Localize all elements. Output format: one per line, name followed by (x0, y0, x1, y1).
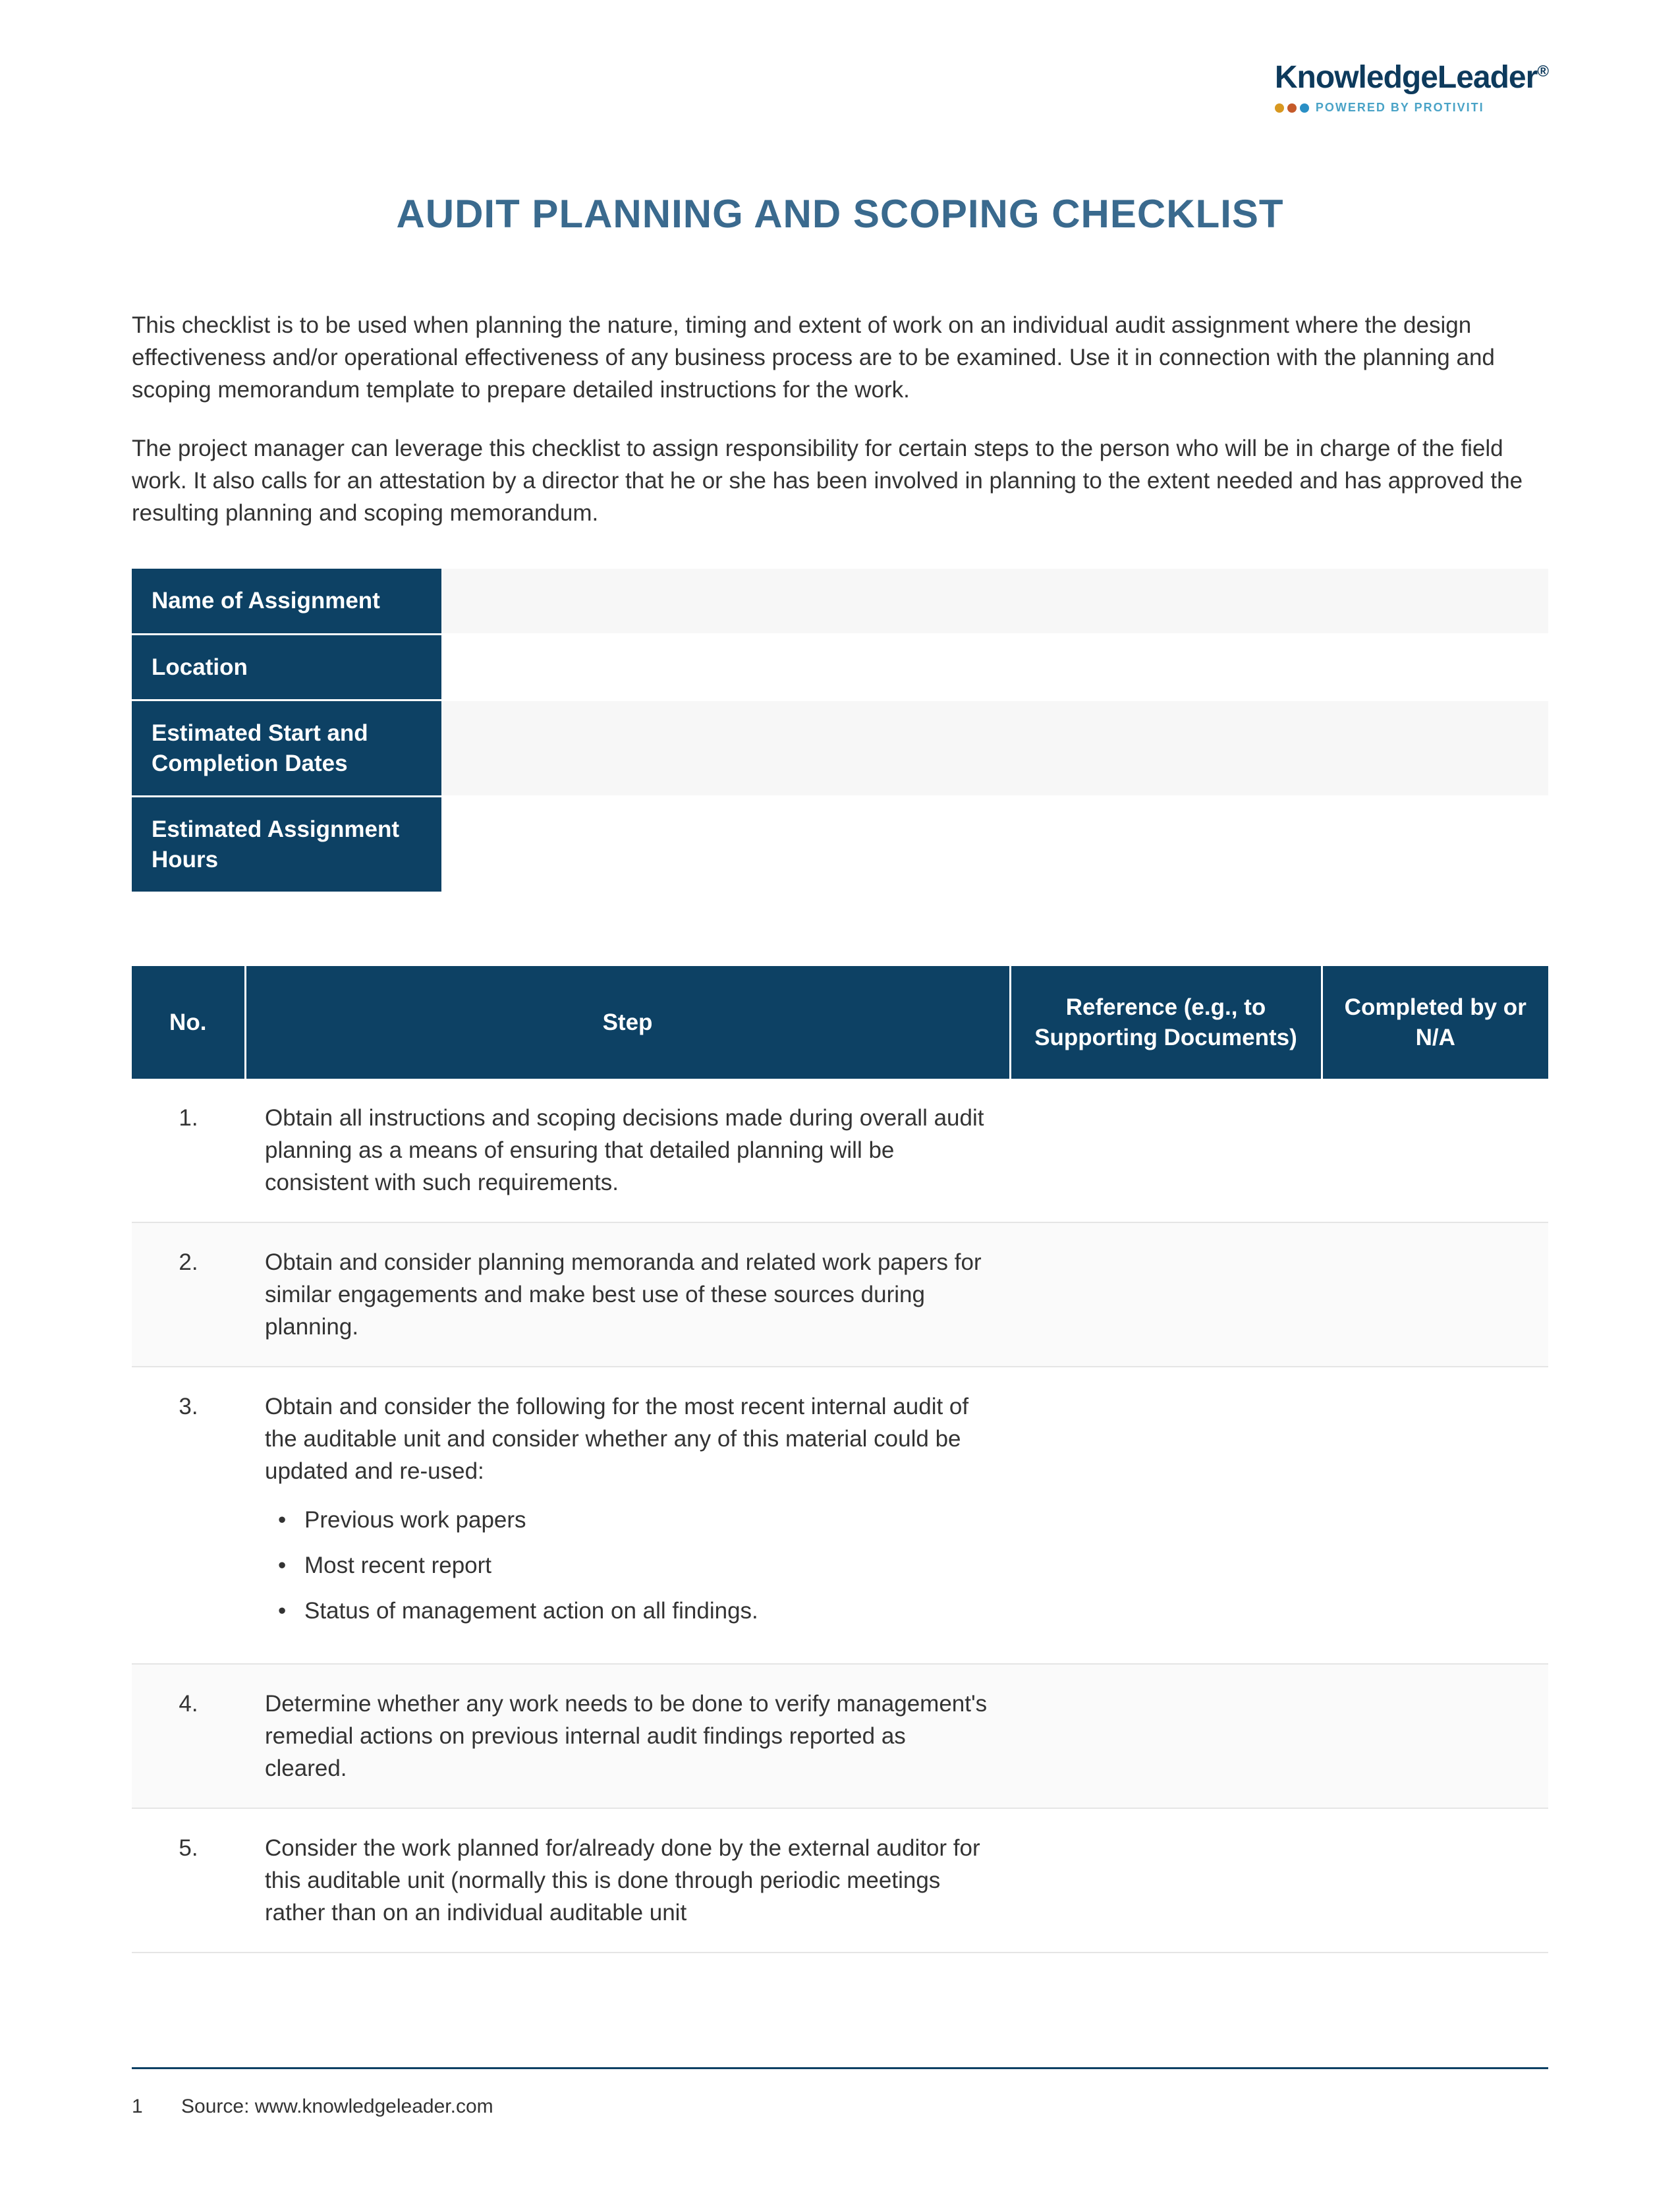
info-label: Estimated Assignment Hours (132, 797, 441, 893)
info-label: Name of Assignment (132, 569, 441, 634)
row-reference[interactable] (1010, 1367, 1322, 1664)
info-value[interactable] (441, 634, 1548, 700)
intro-paragraph-1: This checklist is to be used when planni… (132, 309, 1548, 406)
checklist-row: 3. Obtain and consider the following for… (132, 1367, 1548, 1664)
row-reference[interactable] (1010, 1808, 1322, 1953)
row-step-text: Obtain and consider the following for th… (265, 1394, 968, 1484)
row-bullets: Previous work papers Most recent report … (265, 1504, 990, 1627)
row-step: Determine whether any work needs to be d… (245, 1664, 1010, 1808)
bullet-item: Status of management action on all findi… (278, 1595, 990, 1627)
logo-reg: ® (1537, 63, 1548, 80)
info-row: Location (132, 634, 1548, 700)
row-completed[interactable] (1322, 1079, 1548, 1222)
checklist-row: 2. Obtain and consider planning memorand… (132, 1222, 1548, 1367)
row-completed[interactable] (1322, 1367, 1548, 1664)
info-value[interactable] (441, 700, 1548, 797)
dot-icon (1275, 103, 1284, 113)
page-title: AUDIT PLANNING AND SCOPING CHECKLIST (132, 191, 1548, 237)
bullet-item: Most recent report (278, 1549, 990, 1582)
logo-subline: POWERED BY PROTIVITI (1275, 101, 1548, 115)
row-step: Consider the work planned for/already do… (245, 1808, 1010, 1953)
row-step: Obtain and consider planning memoranda a… (245, 1222, 1010, 1367)
header-reference: Reference (e.g., to Supporting Documents… (1010, 966, 1322, 1079)
row-no: 2. (132, 1222, 245, 1367)
row-no: 1. (132, 1079, 245, 1222)
footer-text: 1 Source: www.knowledgeleader.com (132, 2096, 1548, 2118)
page-number: 1 (132, 2096, 143, 2117)
row-no: 3. (132, 1367, 245, 1664)
checklist-row: 5. Consider the work planned for/already… (132, 1808, 1548, 1953)
intro-paragraph-2: The project manager can leverage this ch… (132, 432, 1548, 529)
intro-section: This checklist is to be used when planni… (132, 309, 1548, 529)
checklist-row: 4. Determine whether any work needs to b… (132, 1664, 1548, 1808)
checklist-row: 1. Obtain all instructions and scoping d… (132, 1079, 1548, 1222)
row-reference[interactable] (1010, 1664, 1322, 1808)
header-completed: Completed by or N/A (1322, 966, 1548, 1079)
info-row: Name of Assignment (132, 569, 1548, 634)
info-table: Name of Assignment Location Estimated St… (132, 569, 1548, 894)
dot-icon (1300, 103, 1309, 113)
row-no: 4. (132, 1664, 245, 1808)
logo-powered: POWERED BY PROTIVITI (1316, 101, 1484, 115)
footer-source: Source: www.knowledgeleader.com (181, 2096, 493, 2117)
info-row: Estimated Assignment Hours (132, 797, 1548, 893)
logo-main: KnowledgeLeader (1275, 60, 1537, 95)
header-logo: KnowledgeLeader® POWERED BY PROTIVITI (1275, 59, 1548, 115)
document-page: KnowledgeLeader® POWERED BY PROTIVITI AU… (0, 0, 1680, 2197)
row-completed[interactable] (1322, 1664, 1548, 1808)
dot-icon (1287, 103, 1297, 113)
footer-divider (132, 2067, 1548, 2069)
page-footer: 1 Source: www.knowledgeleader.com (132, 2067, 1548, 2118)
row-completed[interactable] (1322, 1222, 1548, 1367)
row-reference[interactable] (1010, 1222, 1322, 1367)
row-step: Obtain and consider the following for th… (245, 1367, 1010, 1664)
row-no: 5. (132, 1808, 245, 1953)
checklist-header-row: No. Step Reference (e.g., to Supporting … (132, 966, 1548, 1079)
row-reference[interactable] (1010, 1079, 1322, 1222)
row-completed[interactable] (1322, 1808, 1548, 1953)
info-label: Location (132, 634, 441, 700)
logo-text: KnowledgeLeader® (1275, 59, 1548, 96)
bullet-item: Previous work papers (278, 1504, 990, 1536)
info-value[interactable] (441, 797, 1548, 893)
header-no: No. (132, 966, 245, 1079)
checklist-table: No. Step Reference (e.g., to Supporting … (132, 966, 1548, 1953)
header-step: Step (245, 966, 1010, 1079)
info-label: Estimated Start and Completion Dates (132, 700, 441, 797)
row-step: Obtain all instructions and scoping deci… (245, 1079, 1010, 1222)
logo-dots (1275, 103, 1309, 113)
info-row: Estimated Start and Completion Dates (132, 700, 1548, 797)
info-value[interactable] (441, 569, 1548, 634)
